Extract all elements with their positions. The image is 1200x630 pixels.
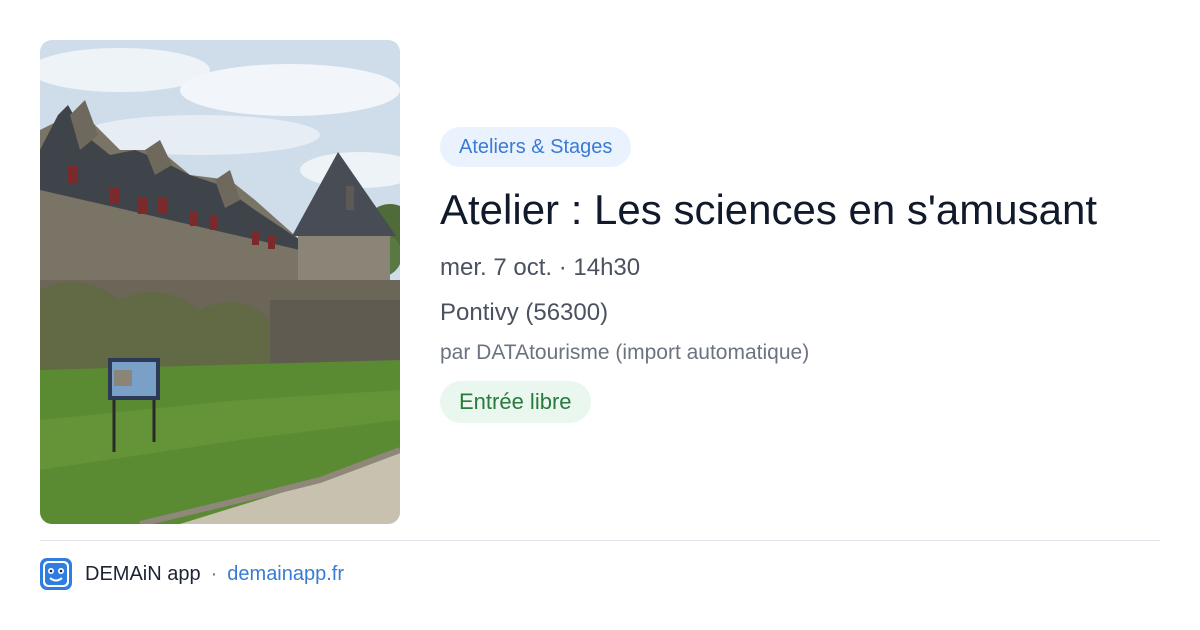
event-location: Pontivy (56300) [440, 299, 609, 326]
event-organizer: par DATAtourisme (import automatique) [440, 341, 810, 364]
footer-app-name: DEMAiN app [85, 562, 201, 585]
footer-separator: · [210, 562, 218, 585]
footer-divider [40, 540, 1160, 541]
footer: DEMAiN app · demainapp.fr [40, 558, 344, 590]
demain-app-logo-icon [40, 558, 72, 590]
footer-website-link[interactable]: demainapp.fr [227, 563, 344, 586]
event-datetime: mer. 7 oct. · 14h30 [440, 254, 641, 281]
price-badge: Entrée libre [440, 381, 591, 423]
category-badge[interactable]: Ateliers & Stages [440, 127, 632, 167]
event-info: Ateliers & Stages Atelier : Les sciences… [440, 127, 1170, 423]
event-title: Atelier : Les sciences en s'amusant [440, 186, 1098, 233]
event-photo [40, 40, 400, 524]
